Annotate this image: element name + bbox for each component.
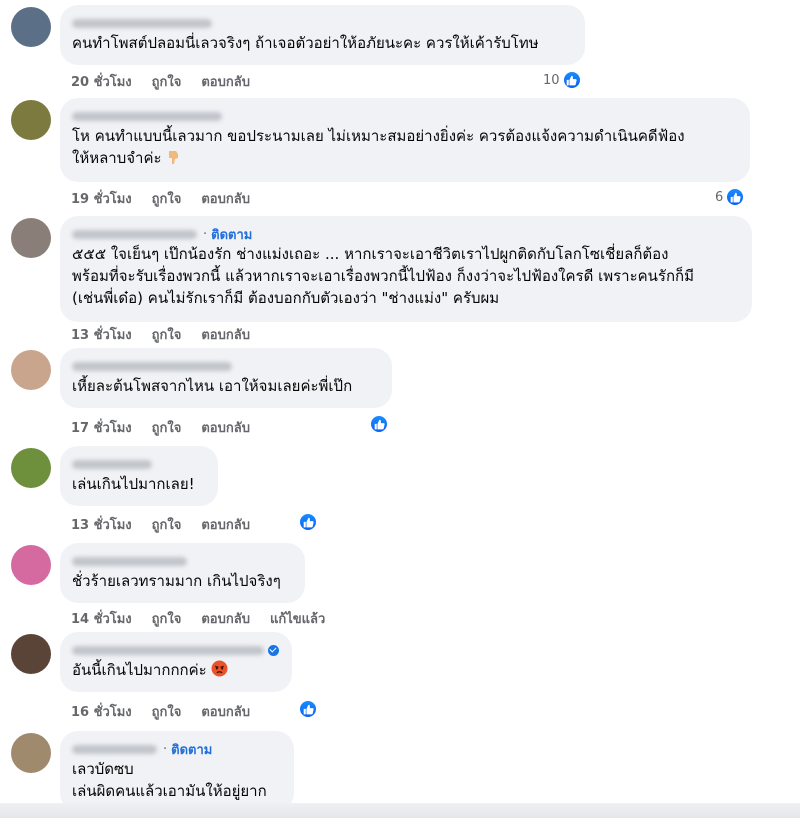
comment-time[interactable]: 14 ชั่วโมง bbox=[71, 608, 132, 629]
comment-text: เหี้ยละต้นโพสจากไหน เอาให้จมเลยค่ะพี่เป๊… bbox=[72, 377, 353, 395]
comment-bubble: · ติดตาม ๕๕๕ ใจเย็นๆ เป๊กน้องรัก ช่างแม่… bbox=[60, 216, 752, 322]
commenter-name-blurred[interactable] bbox=[72, 645, 265, 655]
verified-badge-icon bbox=[268, 644, 279, 656]
avatar[interactable] bbox=[11, 545, 51, 585]
commenter-name-blurred[interactable] bbox=[72, 111, 222, 121]
comment-bubble: · ติดตาม เลวบัดซบ เล่นผิดคนแล้วเอามันให้… bbox=[60, 731, 294, 811]
commenter-name-blurred[interactable] bbox=[72, 556, 187, 566]
reaction-count[interactable]: 10 bbox=[543, 70, 582, 90]
avatar[interactable] bbox=[11, 448, 51, 488]
comment-time[interactable]: 19 ชั่วโมง bbox=[71, 188, 132, 209]
thumbs-up-icon bbox=[725, 187, 746, 207]
follow-link[interactable]: ติดตาม bbox=[211, 224, 252, 245]
commenter-name-blurred[interactable] bbox=[72, 361, 232, 371]
comment-bubble: ชั่วร้ายเลวทรามมาก เกินไปจริงๆ bbox=[60, 543, 305, 603]
comment-bubble: โห คนทำแบบนี้เลวมาก ขอประนามเลย ไม่เหมาะ… bbox=[60, 98, 750, 182]
like-button[interactable]: ถูกใจ bbox=[152, 514, 182, 535]
comment-time[interactable]: 13 ชั่วโมง bbox=[71, 514, 132, 535]
commenter-name-blurred[interactable] bbox=[72, 229, 197, 239]
comment-text: เล่นเกินไปมากเลย! bbox=[72, 475, 195, 493]
avatar[interactable] bbox=[11, 634, 51, 674]
like-button[interactable]: ถูกใจ bbox=[152, 71, 182, 92]
comment-text: ชั่วร้ายเลวทรามมาก เกินไปจริงๆ bbox=[72, 572, 281, 590]
comment-bubble: อันนี้เกินไปมากกกค่ะ bbox=[60, 632, 292, 692]
bottom-edge bbox=[0, 803, 800, 818]
avatar[interactable] bbox=[11, 218, 51, 258]
reply-button[interactable]: ตอบกลับ bbox=[201, 514, 250, 535]
comment-time[interactable]: 20 ชั่วโมง bbox=[71, 71, 132, 92]
reply-button[interactable]: ตอบกลับ bbox=[201, 188, 250, 209]
reaction-count[interactable] bbox=[369, 414, 389, 434]
comment-text: โห คนทำแบบนี้เลวมาก ขอประนามเลย ไม่เหมาะ… bbox=[72, 127, 685, 167]
commenter-name-blurred[interactable] bbox=[72, 744, 157, 754]
comment-time[interactable]: 16 ชั่วโมง bbox=[71, 701, 132, 722]
comment-text: ๕๕๕ ใจเย็นๆ เป๊กน้องรัก ช่างแม่งเถอะ ...… bbox=[72, 245, 695, 307]
commenter-name-blurred[interactable] bbox=[72, 18, 212, 28]
thumbs-up-icon bbox=[561, 70, 582, 90]
comment-time[interactable]: 13 ชั่วโมง bbox=[71, 324, 132, 345]
avatar[interactable] bbox=[11, 100, 51, 140]
like-button[interactable]: ถูกใจ bbox=[152, 188, 182, 209]
reply-button[interactable]: ตอบกลับ bbox=[201, 608, 250, 629]
avatar[interactable] bbox=[11, 7, 51, 47]
commenter-name-blurred[interactable] bbox=[72, 459, 152, 469]
comment-text: อันนี้เกินไปมากกกค่ะ bbox=[72, 659, 279, 681]
reaction-count[interactable] bbox=[298, 512, 318, 532]
comment-text: เลวบัดซบ เล่นผิดคนแล้วเอามันให้อยู่ยาก bbox=[72, 760, 267, 800]
thumbs-up-icon bbox=[298, 699, 318, 719]
comment-text: คนทำโพสต์ปลอมนี่เลวจริงๆ ถ้าเจอตัวอย่าให… bbox=[72, 34, 539, 52]
avatar[interactable] bbox=[11, 350, 51, 390]
reply-button[interactable]: ตอบกลับ bbox=[201, 417, 250, 438]
reply-button[interactable]: ตอบกลับ bbox=[201, 71, 250, 92]
edited-label[interactable]: แก้ไขแล้ว bbox=[270, 608, 325, 629]
avatar[interactable] bbox=[11, 733, 51, 773]
comment-time[interactable]: 17 ชั่วโมง bbox=[71, 417, 132, 438]
follow-link[interactable]: ติดตาม bbox=[171, 739, 212, 760]
reply-button[interactable]: ตอบกลับ bbox=[201, 324, 250, 345]
thumbs-up-icon bbox=[369, 414, 389, 434]
like-button[interactable]: ถูกใจ bbox=[152, 324, 182, 345]
comment-bubble: เล่นเกินไปมากเลย! bbox=[60, 446, 218, 506]
comment-bubble: คนทำโพสต์ปลอมนี่เลวจริงๆ ถ้าเจอตัวอย่าให… bbox=[60, 5, 585, 65]
thumbs-up-icon bbox=[298, 512, 318, 532]
like-button[interactable]: ถูกใจ bbox=[152, 417, 182, 438]
reaction-count[interactable] bbox=[298, 699, 318, 719]
comment-bubble: เหี้ยละต้นโพสจากไหน เอาให้จมเลยค่ะพี่เป๊… bbox=[60, 348, 392, 408]
like-button[interactable]: ถูกใจ bbox=[152, 701, 182, 722]
reply-button[interactable]: ตอบกลับ bbox=[201, 701, 250, 722]
reaction-count[interactable]: 6 bbox=[715, 187, 746, 207]
angry-face-emoji-icon bbox=[211, 660, 228, 677]
like-button[interactable]: ถูกใจ bbox=[152, 608, 182, 629]
pointing-down-emoji-icon bbox=[168, 151, 178, 164]
